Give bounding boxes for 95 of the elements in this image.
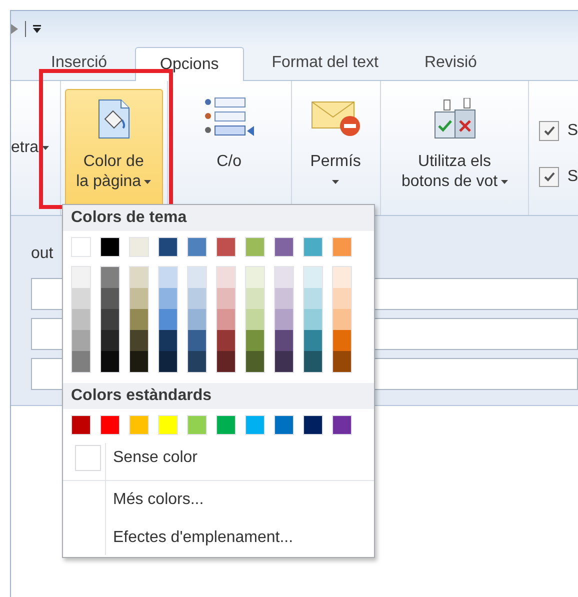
color-swatch[interactable] <box>333 351 351 372</box>
color-swatch[interactable] <box>188 351 206 372</box>
ribbon-button[interactable]: etra <box>11 136 49 160</box>
ribbon-button[interactable]: Color de la pàgina <box>64 89 163 207</box>
color-swatch[interactable] <box>275 330 293 351</box>
color-swatch[interactable] <box>159 267 177 288</box>
color-swatch[interactable] <box>217 267 235 288</box>
color-swatch[interactable] <box>187 415 207 435</box>
ribbon-tab[interactable]: Opcions <box>135 47 244 81</box>
color-swatch[interactable] <box>333 267 351 288</box>
color-swatch[interactable] <box>274 237 294 257</box>
color-swatch[interactable] <box>246 288 264 309</box>
color-swatch[interactable] <box>216 237 236 257</box>
color-swatch[interactable] <box>304 330 322 351</box>
color-swatch[interactable] <box>274 415 294 435</box>
color-swatch[interactable] <box>158 415 178 435</box>
color-swatch[interactable] <box>188 309 206 330</box>
color-swatch[interactable] <box>333 288 351 309</box>
color-swatch[interactable] <box>332 237 352 257</box>
menu-section-header: Colors de tema <box>63 205 374 231</box>
color-swatch[interactable] <box>217 309 235 330</box>
color-swatch[interactable] <box>246 351 264 372</box>
color-swatch[interactable] <box>130 330 148 351</box>
color-swatch[interactable] <box>101 288 119 309</box>
color-swatch[interactable] <box>188 267 206 288</box>
color-swatch[interactable] <box>275 309 293 330</box>
color-swatch[interactable] <box>72 288 90 309</box>
checkbox-label: S <box>567 121 578 141</box>
color-swatch[interactable] <box>72 351 90 372</box>
color-swatch[interactable] <box>158 237 178 257</box>
color-swatch[interactable] <box>72 309 90 330</box>
ribbon-tab[interactable]: Revisió <box>406 46 495 80</box>
color-swatch[interactable] <box>245 415 265 435</box>
checkbox[interactable] <box>539 167 560 187</box>
no-color-swatch <box>75 445 101 471</box>
color-swatch[interactable] <box>246 330 264 351</box>
menu-item[interactable]: Més colors... <box>63 481 374 519</box>
quick-access-arrow-icon[interactable] <box>11 22 19 36</box>
color-swatch[interactable] <box>246 309 264 330</box>
color-swatch[interactable] <box>188 288 206 309</box>
color-swatch[interactable] <box>216 415 236 435</box>
envelope-block-icon <box>310 100 361 138</box>
menu-item[interactable]: Efectes d'emplenament... <box>63 519 374 557</box>
color-swatch[interactable] <box>275 288 293 309</box>
color-swatch[interactable] <box>188 330 206 351</box>
checkmark-icon <box>543 125 556 137</box>
color-swatch[interactable] <box>217 351 235 372</box>
color-swatch[interactable] <box>101 351 119 372</box>
color-swatch[interactable] <box>275 267 293 288</box>
color-swatch[interactable] <box>304 309 322 330</box>
color-swatch[interactable] <box>159 351 177 372</box>
color-swatch[interactable] <box>129 415 149 435</box>
color-swatch[interactable] <box>304 267 322 288</box>
color-swatch[interactable] <box>303 415 323 435</box>
color-swatch[interactable] <box>100 237 120 257</box>
color-swatch[interactable] <box>100 415 120 435</box>
color-swatch[interactable] <box>71 237 91 257</box>
color-swatch[interactable] <box>72 330 90 351</box>
ribbon-tab[interactable]: Format del text <box>254 46 396 80</box>
color-swatch[interactable] <box>159 288 177 309</box>
color-swatch[interactable] <box>187 237 207 257</box>
color-swatch[interactable] <box>130 288 148 309</box>
color-swatch[interactable] <box>217 288 235 309</box>
color-swatch[interactable] <box>159 309 177 330</box>
menu-item[interactable]: Sense color <box>63 439 374 477</box>
color-swatch[interactable] <box>71 415 91 435</box>
color-swatch[interactable] <box>333 330 351 351</box>
paint-bucket-page-icon <box>96 99 131 139</box>
color-swatch[interactable] <box>332 415 352 435</box>
ribbon-tab[interactable]: Inserció <box>33 46 126 80</box>
color-swatch[interactable] <box>246 267 264 288</box>
form-label: out <box>31 244 54 264</box>
color-swatch[interactable] <box>304 288 322 309</box>
color-swatch[interactable] <box>130 351 148 372</box>
color-swatch[interactable] <box>304 351 322 372</box>
color-swatch[interactable] <box>333 309 351 330</box>
color-swatch[interactable] <box>130 267 148 288</box>
color-swatch[interactable] <box>303 237 323 257</box>
menu-section-header: Colors estàndards <box>63 383 374 409</box>
color-swatch[interactable] <box>275 351 293 372</box>
ribbon-button[interactable]: C/o <box>172 89 286 207</box>
color-swatch[interactable] <box>159 330 177 351</box>
color-swatch[interactable] <box>217 330 235 351</box>
color-swatch[interactable] <box>101 309 119 330</box>
ribbon-button[interactable]: Utilitza els botons de vot <box>384 89 524 207</box>
checkbox-label: S <box>567 167 578 187</box>
color-swatch[interactable] <box>129 237 149 257</box>
customize-toolbar-icon[interactable] <box>32 24 42 34</box>
checkmark-icon <box>543 171 556 183</box>
color-swatch[interactable] <box>72 267 90 288</box>
checkbox[interactable] <box>539 121 560 141</box>
color-swatch[interactable] <box>101 267 119 288</box>
color-swatch[interactable] <box>101 330 119 351</box>
color-swatch[interactable] <box>130 309 148 330</box>
color-swatch[interactable] <box>245 237 265 257</box>
